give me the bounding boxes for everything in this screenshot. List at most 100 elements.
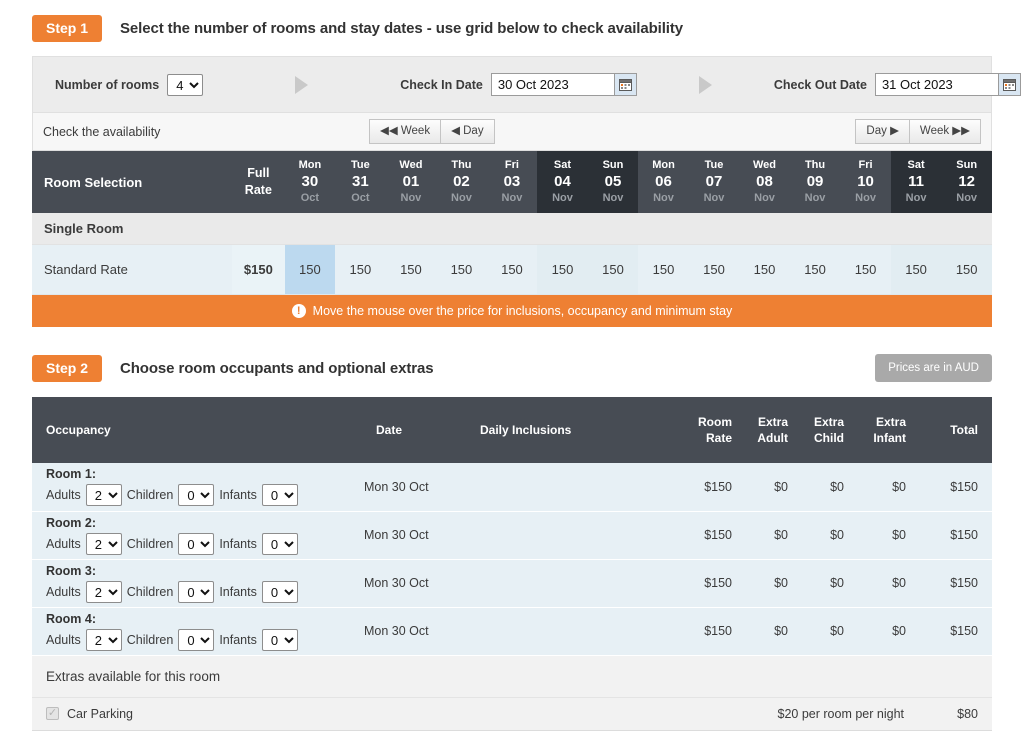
prev-week-button[interactable]: ◀◀ Week bbox=[369, 119, 441, 145]
rate-cell[interactable]: 150 bbox=[588, 245, 639, 295]
day-number: 09 bbox=[790, 173, 841, 191]
rate-cell[interactable]: 150 bbox=[335, 245, 386, 295]
room-4-infants-select[interactable]: 0 bbox=[262, 629, 298, 651]
room-occupancy-cell: Room 2:Adults2Children0Infants0 bbox=[32, 511, 362, 559]
adults-label: Adults bbox=[46, 488, 81, 502]
availability-next-buttons: Day ▶ Week ▶▶ bbox=[855, 119, 981, 145]
day-month: Nov bbox=[638, 192, 689, 205]
grid-day-header-10: Fri10Nov bbox=[840, 151, 891, 213]
extras-checkbox[interactable]: ✓ bbox=[46, 707, 59, 720]
check-out-date-field: Check Out Date bbox=[774, 73, 1021, 96]
day-number: 01 bbox=[386, 173, 437, 191]
next-day-button[interactable]: Day ▶ bbox=[855, 119, 910, 145]
rate-cell[interactable]: 150 bbox=[487, 245, 538, 295]
rate-cell[interactable]: 150 bbox=[436, 245, 487, 295]
rate-cell[interactable]: 150 bbox=[689, 245, 740, 295]
grid-day-header-09: Thu09Nov bbox=[790, 151, 841, 213]
rate-cell[interactable]: 150 bbox=[739, 245, 790, 295]
room-2-children-select[interactable]: 0 bbox=[178, 533, 214, 555]
check-out-date-input[interactable] bbox=[875, 73, 999, 96]
occupancy-controls: Adults2Children0Infants0 bbox=[46, 533, 362, 555]
day-month: Nov bbox=[537, 192, 588, 205]
rate-cell[interactable]: 150 bbox=[537, 245, 588, 295]
room-1-children-select[interactable]: 0 bbox=[178, 484, 214, 506]
availability-prev-buttons: ◀◀ Week ◀ Day bbox=[369, 119, 495, 145]
room-3-infants-select[interactable]: 0 bbox=[262, 581, 298, 603]
next-week-button[interactable]: Week ▶▶ bbox=[910, 119, 981, 145]
rate-cell[interactable]: 150 bbox=[386, 245, 437, 295]
occupancy-header-row: Occupancy Date Daily Inclusions Room Rat… bbox=[32, 397, 992, 463]
day-of-week: Sun bbox=[941, 159, 992, 172]
day-number: 02 bbox=[436, 173, 487, 191]
total-header: Total bbox=[920, 397, 992, 463]
occupancy-table-header: Occupancy Date Daily Inclusions Room Rat… bbox=[32, 397, 992, 463]
adults-label: Adults bbox=[46, 633, 81, 647]
room-inclusions bbox=[466, 559, 684, 607]
room-4-adults-select[interactable]: 2 bbox=[86, 629, 122, 651]
grid-day-header-11: Sat11Nov bbox=[891, 151, 942, 213]
day-of-week: Wed bbox=[386, 159, 437, 172]
day-number: 10 bbox=[840, 173, 891, 191]
rate-cell[interactable]: 150 bbox=[840, 245, 891, 295]
booking-page: Step 1 Select the number of rooms and st… bbox=[0, 0, 1024, 741]
extra-infant-value: $0 bbox=[858, 511, 920, 559]
room-1-infants-select[interactable]: 0 bbox=[262, 484, 298, 506]
number-of-rooms-field: Number of rooms 4 bbox=[55, 74, 203, 96]
room-2-infants-select[interactable]: 0 bbox=[262, 533, 298, 555]
step2-badge: Step 2 bbox=[32, 355, 102, 382]
room-3-children-select[interactable]: 0 bbox=[178, 581, 214, 603]
children-label: Children bbox=[127, 488, 174, 502]
adults-label: Adults bbox=[46, 537, 81, 551]
grid-day-header-08: Wed08Nov bbox=[739, 151, 790, 213]
extra-infant-value: $0 bbox=[858, 607, 920, 655]
day-of-week: Tue bbox=[335, 159, 386, 172]
extra-child-header-l1: Extra bbox=[814, 415, 844, 429]
room-group-label: Single Room bbox=[32, 213, 992, 245]
day-month: Nov bbox=[386, 192, 437, 205]
grid-day-header-01: Wed01Nov bbox=[386, 151, 437, 213]
day-month: Nov bbox=[840, 192, 891, 205]
rate-cell[interactable]: 150 bbox=[941, 245, 992, 295]
date-header: Date bbox=[362, 397, 466, 463]
rate-cell[interactable]: 150 bbox=[891, 245, 942, 295]
room-3-adults-select[interactable]: 2 bbox=[86, 581, 122, 603]
room-2-adults-select[interactable]: 2 bbox=[86, 533, 122, 555]
occupancy-table: Occupancy Date Daily Inclusions Room Rat… bbox=[32, 397, 992, 656]
room-4-children-select[interactable]: 0 bbox=[178, 629, 214, 651]
arrow-right-icon-1 bbox=[295, 76, 308, 94]
room-inclusions bbox=[466, 607, 684, 655]
infants-label: Infants bbox=[219, 633, 257, 647]
day-month: Nov bbox=[588, 192, 639, 205]
room-date: Mon 30 Oct bbox=[362, 463, 466, 511]
day-of-week: Thu bbox=[790, 159, 841, 172]
check-in-date-input[interactable] bbox=[491, 73, 615, 96]
number-of-rooms-select[interactable]: 4 bbox=[167, 74, 203, 96]
exclamation-icon: ! bbox=[292, 304, 306, 318]
check-out-date-label: Check Out Date bbox=[774, 78, 867, 92]
room-1-adults-select[interactable]: 2 bbox=[86, 484, 122, 506]
extra-adult-value: $0 bbox=[746, 463, 802, 511]
daily-inclusions-header: Daily Inclusions bbox=[466, 397, 684, 463]
room-inclusions bbox=[466, 463, 684, 511]
occupancy-controls: Adults2Children0Infants0 bbox=[46, 484, 362, 506]
day-month: Nov bbox=[891, 192, 942, 205]
extra-child-value: $0 bbox=[802, 511, 858, 559]
room-total-value: $150 bbox=[920, 511, 992, 559]
rate-cell[interactable]: 150 bbox=[790, 245, 841, 295]
check-out-calendar-icon[interactable] bbox=[999, 73, 1021, 96]
step2-header: Step 2 Choose room occupants and optiona… bbox=[0, 339, 1024, 397]
occupancy-controls: Adults2Children0Infants0 bbox=[46, 629, 362, 651]
prev-day-button[interactable]: ◀ Day bbox=[441, 119, 495, 145]
day-month: Nov bbox=[689, 192, 740, 205]
rate-cell[interactable]: 150 bbox=[285, 245, 336, 295]
extra-adult-value: $0 bbox=[746, 559, 802, 607]
check-in-calendar-icon[interactable] bbox=[615, 73, 637, 96]
children-label: Children bbox=[127, 585, 174, 599]
room-inclusions bbox=[466, 511, 684, 559]
rate-cell[interactable]: 150 bbox=[638, 245, 689, 295]
price-hover-notice-text: Move the mouse over the price for inclus… bbox=[313, 304, 733, 318]
occupancy-room-row: Room 2:Adults2Children0Infants0Mon 30 Oc… bbox=[32, 511, 992, 559]
day-month: Nov bbox=[739, 192, 790, 205]
day-number: 31 bbox=[335, 173, 386, 191]
day-of-week: Mon bbox=[638, 159, 689, 172]
